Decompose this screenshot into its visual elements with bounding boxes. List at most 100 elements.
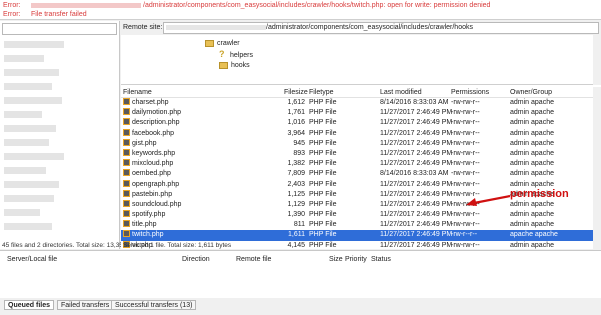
cell-filesize: 1,382 xyxy=(287,160,305,168)
tab-queued-files[interactable]: Queued files xyxy=(4,300,55,310)
file-row[interactable]: mixcloud.php 1,382 PHP File 11/27/2017 2:46… xyxy=(121,159,593,169)
file-row[interactable]: spotify.php 1,390 PHP File 11/27/2017 2:46:… xyxy=(121,210,593,220)
cell-permissions: -rw-r--r-- xyxy=(451,231,478,239)
cell-filesize: 1,761 xyxy=(287,109,305,117)
cell-filesize: 1,016 xyxy=(287,119,305,127)
redacted-item xyxy=(4,167,46,174)
cell-permissions: -rw-rw-r-- xyxy=(451,180,480,188)
log-line: Error: /administrator/components/com_easy… xyxy=(3,1,490,10)
file-row[interactable]: facebook.php 3,964 PHP File 11/27/2017 2:46… xyxy=(121,128,593,139)
file-row[interactable]: keywords.php 893 PHP File 11/27/2017 2:46:4… xyxy=(121,148,593,159)
redacted-item xyxy=(4,153,64,160)
unknown-folder-icon: ? xyxy=(219,49,225,59)
cell-filesize: 1,612 xyxy=(287,99,305,106)
cell-last-modified: 8/14/2016 8:33:03 AM xyxy=(380,170,449,178)
cell-last-modified: 11/27/2017 2:46:49 PM xyxy=(380,221,453,229)
cell-last-modified: 11/27/2017 2:46:49 PM xyxy=(380,119,453,127)
transfer-queue: Server/Local file Direction Remote file … xyxy=(0,250,601,298)
cell-filename: keywords.php xyxy=(123,148,176,159)
cell-filename: soundcloud.php xyxy=(123,199,182,210)
cell-permissions: -rw-rw-r-- xyxy=(451,160,480,168)
cell-filesize: 1,129 xyxy=(287,200,305,208)
tab-successful-transfers[interactable]: Successful transfers (13) xyxy=(111,300,197,310)
cell-filetype: PHP File xyxy=(309,119,337,127)
cell-filetype: PHP File xyxy=(309,180,337,188)
log-label: Error: xyxy=(3,11,21,18)
php-file-icon xyxy=(123,98,130,105)
redacted-item xyxy=(4,209,40,216)
cell-filename: twitch.php xyxy=(123,230,164,240)
cell-permissions: -rw-rw-r-- xyxy=(451,99,480,106)
cell-permissions: -rw-rw-r-- xyxy=(451,221,480,229)
local-pane: 45 files and 2 directories. Total size: … xyxy=(0,21,123,249)
tree-node-crawler[interactable]: crawler xyxy=(205,39,240,48)
cell-filetype: PHP File xyxy=(309,109,337,117)
cell-filename: pastebin.php xyxy=(123,189,172,200)
remote-site-label: Remote site: xyxy=(123,24,163,31)
remote-pane: Remote site: /administrator/components/c… xyxy=(121,21,601,259)
cell-owner-group: admin apache xyxy=(510,149,554,157)
file-row[interactable]: twitch.php 1,611 PHP File 11/27/2017 2:46:4… xyxy=(121,230,593,241)
tree-scrollbar[interactable] xyxy=(593,35,601,85)
file-row[interactable]: soundcloud.php 1,129 PHP File 11/27/2017 2:… xyxy=(121,199,593,210)
cell-last-modified: 11/27/2017 2:46:49 PM xyxy=(380,139,453,147)
redacted-item xyxy=(4,125,56,132)
filename-text: title.php xyxy=(132,221,157,229)
cell-filesize: 893 xyxy=(293,149,305,157)
tree-node-helpers[interactable]: ? helpers xyxy=(219,49,253,60)
column-header-last-modified[interactable]: Last modified xyxy=(380,89,422,96)
redacted-item xyxy=(4,195,54,202)
remote-status: Selected 1 file. Total size: 1,611 bytes xyxy=(123,242,232,249)
cell-permissions: -rw-rw-r-- xyxy=(451,149,480,157)
file-row[interactable]: oembed.php 7,809 PHP File 8/14/2016 8:33:03… xyxy=(121,169,593,179)
column-header-filetype[interactable]: Filetype xyxy=(309,89,334,96)
php-file-icon xyxy=(123,220,130,228)
tab-failed-transfers[interactable]: Failed transfers xyxy=(57,300,114,310)
column-header-filesize[interactable]: Filesize xyxy=(284,89,308,96)
remote-site-bar: Remote site: /administrator/components/c… xyxy=(121,21,601,35)
cell-last-modified: 11/27/2017 2:46:49 PM xyxy=(380,129,453,137)
local-path-input[interactable] xyxy=(2,23,117,35)
redacted-item xyxy=(4,55,44,62)
cell-last-modified: 11/27/2017 2:46:49 PM xyxy=(380,149,453,157)
redacted-item xyxy=(4,181,59,188)
log-label: Error: xyxy=(3,2,21,9)
cell-filename: gist.php xyxy=(123,138,157,149)
queue-column-status[interactable]: Status xyxy=(371,256,391,263)
filename-text: soundcloud.php xyxy=(132,200,182,208)
filename-text: spotify.php xyxy=(132,211,166,219)
cell-permissions: -rw-rw-r-- xyxy=(451,129,480,137)
queue-column-size[interactable]: Size xyxy=(329,256,343,263)
folder-icon xyxy=(205,39,214,47)
php-file-icon xyxy=(123,118,130,126)
filename-text: dailymotion.php xyxy=(132,109,182,117)
tree-node-hooks[interactable]: hooks xyxy=(219,61,250,70)
filename-text: keywords.php xyxy=(132,149,176,157)
redacted-item xyxy=(4,83,52,90)
column-header-permissions[interactable]: Permissions xyxy=(451,89,489,96)
cell-last-modified: 8/14/2016 8:33:03 AM xyxy=(380,99,449,106)
queue-column-server-local-file[interactable]: Server/Local file xyxy=(7,256,57,263)
queue-column-remote-file[interactable]: Remote file xyxy=(236,256,271,263)
filename-text: gist.php xyxy=(132,139,157,147)
queue-tabs: Queued files Failed transfers Successful… xyxy=(0,299,601,315)
file-row[interactable]: charset.php 1,612 PHP File 8/14/2016 8:33:0… xyxy=(121,98,593,108)
file-row[interactable]: gist.php 945 PHP File 11/27/2017 2:46:49 PM… xyxy=(121,138,593,149)
cell-owner-group: admin apache xyxy=(510,211,554,219)
column-header-filename[interactable]: Filename xyxy=(123,89,152,96)
folder-icon xyxy=(219,61,228,69)
php-file-icon xyxy=(123,148,130,156)
redacted-text xyxy=(166,24,266,30)
cell-filetype: PHP File xyxy=(309,139,337,147)
remote-site-path: /administrator/components/com_easysocial… xyxy=(266,24,473,31)
file-row[interactable]: title.php 811 PHP File 11/27/2017 2:46:49 P… xyxy=(121,220,593,230)
cell-permissions: -rw-rw-r-- xyxy=(451,170,480,178)
file-row[interactable]: description.php 1,016 PHP File 11/27/2017 2… xyxy=(121,118,593,128)
queue-column-direction[interactable]: Direction xyxy=(182,256,210,263)
remote-site-input[interactable]: /administrator/components/com_easysocial… xyxy=(163,22,599,34)
cell-filetype: PHP File xyxy=(309,160,337,168)
file-row[interactable]: dailymotion.php 1,761 PHP File 11/27/2017 2… xyxy=(121,108,593,118)
column-header-owner-group[interactable]: Owner/Group xyxy=(510,89,552,96)
queue-column-priority[interactable]: Priority xyxy=(345,256,367,263)
file-list-scrollbar[interactable] xyxy=(593,87,601,249)
